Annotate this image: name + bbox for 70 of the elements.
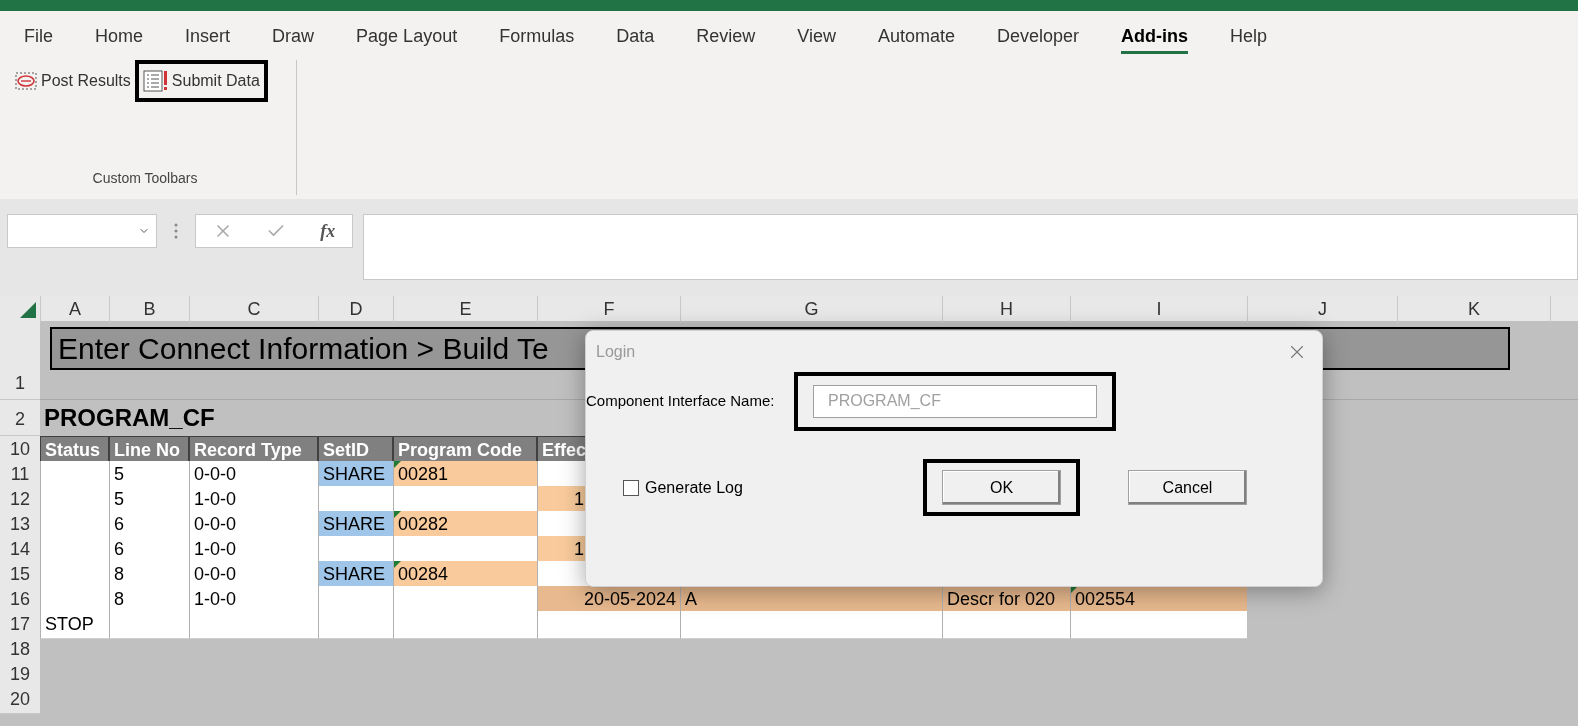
dialog-button[interactable]: Cancel xyxy=(1128,470,1247,505)
table-cell: 0-0-0 xyxy=(189,511,318,539)
sheet-title: PROGRAM_CF xyxy=(43,403,216,433)
insert-function-button[interactable]: fx xyxy=(320,217,336,245)
row-header[interactable]: 19 xyxy=(0,661,40,689)
column-header[interactable]: D xyxy=(318,296,393,323)
row-header[interactable]: 1 xyxy=(0,321,40,400)
table-cell: 8 xyxy=(109,561,189,589)
name-box[interactable] xyxy=(7,214,157,248)
ribbon-tab[interactable]: Developer xyxy=(997,22,1080,54)
group-label: Custom Toolbars xyxy=(91,169,199,188)
column-header[interactable]: K xyxy=(1397,296,1550,323)
table-cell: 00281 xyxy=(393,461,537,489)
ribbon-tab[interactable]: Review xyxy=(696,22,756,54)
form-icon xyxy=(14,71,38,91)
column-header[interactable]: H xyxy=(942,296,1070,323)
row-header[interactable]: 10 xyxy=(0,436,40,464)
table-cell: SHARE xyxy=(318,511,393,539)
row-header[interactable]: 15 xyxy=(0,561,40,589)
ribbon-tab[interactable]: File xyxy=(24,22,53,54)
ribbon-button[interactable]: Submit Data xyxy=(142,66,260,96)
column-header[interactable]: C xyxy=(189,296,318,323)
dialog-button[interactable]: OK xyxy=(942,470,1061,505)
table-cell: 00284 xyxy=(393,561,537,589)
ribbon-tab[interactable]: Add-ins xyxy=(1121,22,1189,54)
column-title-cell: Record Type xyxy=(189,436,318,464)
column-header[interactable]: B xyxy=(109,296,189,323)
column-header[interactable]: F xyxy=(537,296,680,323)
column-header[interactable]: I xyxy=(1070,296,1247,323)
column-title-cell: Program Code xyxy=(393,436,537,464)
ribbon-tab[interactable]: Automate xyxy=(877,22,955,54)
row-header[interactable]: 13 xyxy=(0,511,40,539)
table-cell: 00282 xyxy=(393,511,537,539)
row-header[interactable]: 20 xyxy=(0,686,40,714)
row-header[interactable]: 11 xyxy=(0,461,40,489)
row-header[interactable]: 18 xyxy=(0,636,40,664)
list-alert-icon xyxy=(142,70,169,92)
table-cell: 0-0-0 xyxy=(189,561,318,589)
ribbon-tab[interactable]: Page Layout xyxy=(356,22,458,54)
table-cell: SHARE xyxy=(318,461,393,489)
table-cell: 0-0-0 xyxy=(189,461,318,489)
table-cell: SHARE xyxy=(318,561,393,589)
column-header[interactable]: G xyxy=(680,296,942,323)
ribbon-button[interactable]: Post Results xyxy=(14,66,131,96)
table-cell: 5 xyxy=(109,461,189,489)
table-cell: STOP xyxy=(40,611,109,639)
row-header[interactable]: 17 xyxy=(0,611,40,639)
checkbox[interactable] xyxy=(623,479,639,496)
ribbon-tab[interactable]: Home xyxy=(95,22,144,54)
error-indicator-icon xyxy=(394,511,401,518)
table-cell: 6 xyxy=(109,511,189,539)
column-title-cell: Status xyxy=(40,436,109,464)
ribbon-tab[interactable]: View xyxy=(797,22,836,54)
ribbon-tab[interactable]: Formulas xyxy=(499,22,575,54)
ribbon-tab[interactable]: Data xyxy=(616,22,655,54)
error-indicator-icon xyxy=(394,561,401,568)
ribbon-tab[interactable]: Draw xyxy=(272,22,315,54)
field-label: Component Interface Name: xyxy=(586,390,776,411)
column-header[interactable]: A xyxy=(40,296,109,323)
row-header[interactable]: 2 xyxy=(0,400,40,436)
column-header[interactable]: J xyxy=(1247,296,1397,323)
column-header[interactable]: E xyxy=(393,296,537,323)
column-title-cell: Line No xyxy=(109,436,189,464)
formula-input[interactable] xyxy=(363,214,1578,280)
error-indicator-icon xyxy=(394,461,401,468)
ribbon-tab[interactable]: Help xyxy=(1230,22,1268,54)
column-title-cell: SetID xyxy=(318,436,393,464)
dialog-title: Login xyxy=(596,341,636,362)
ribbon-tab[interactable]: Insert xyxy=(185,22,231,54)
more-icon xyxy=(173,222,179,240)
